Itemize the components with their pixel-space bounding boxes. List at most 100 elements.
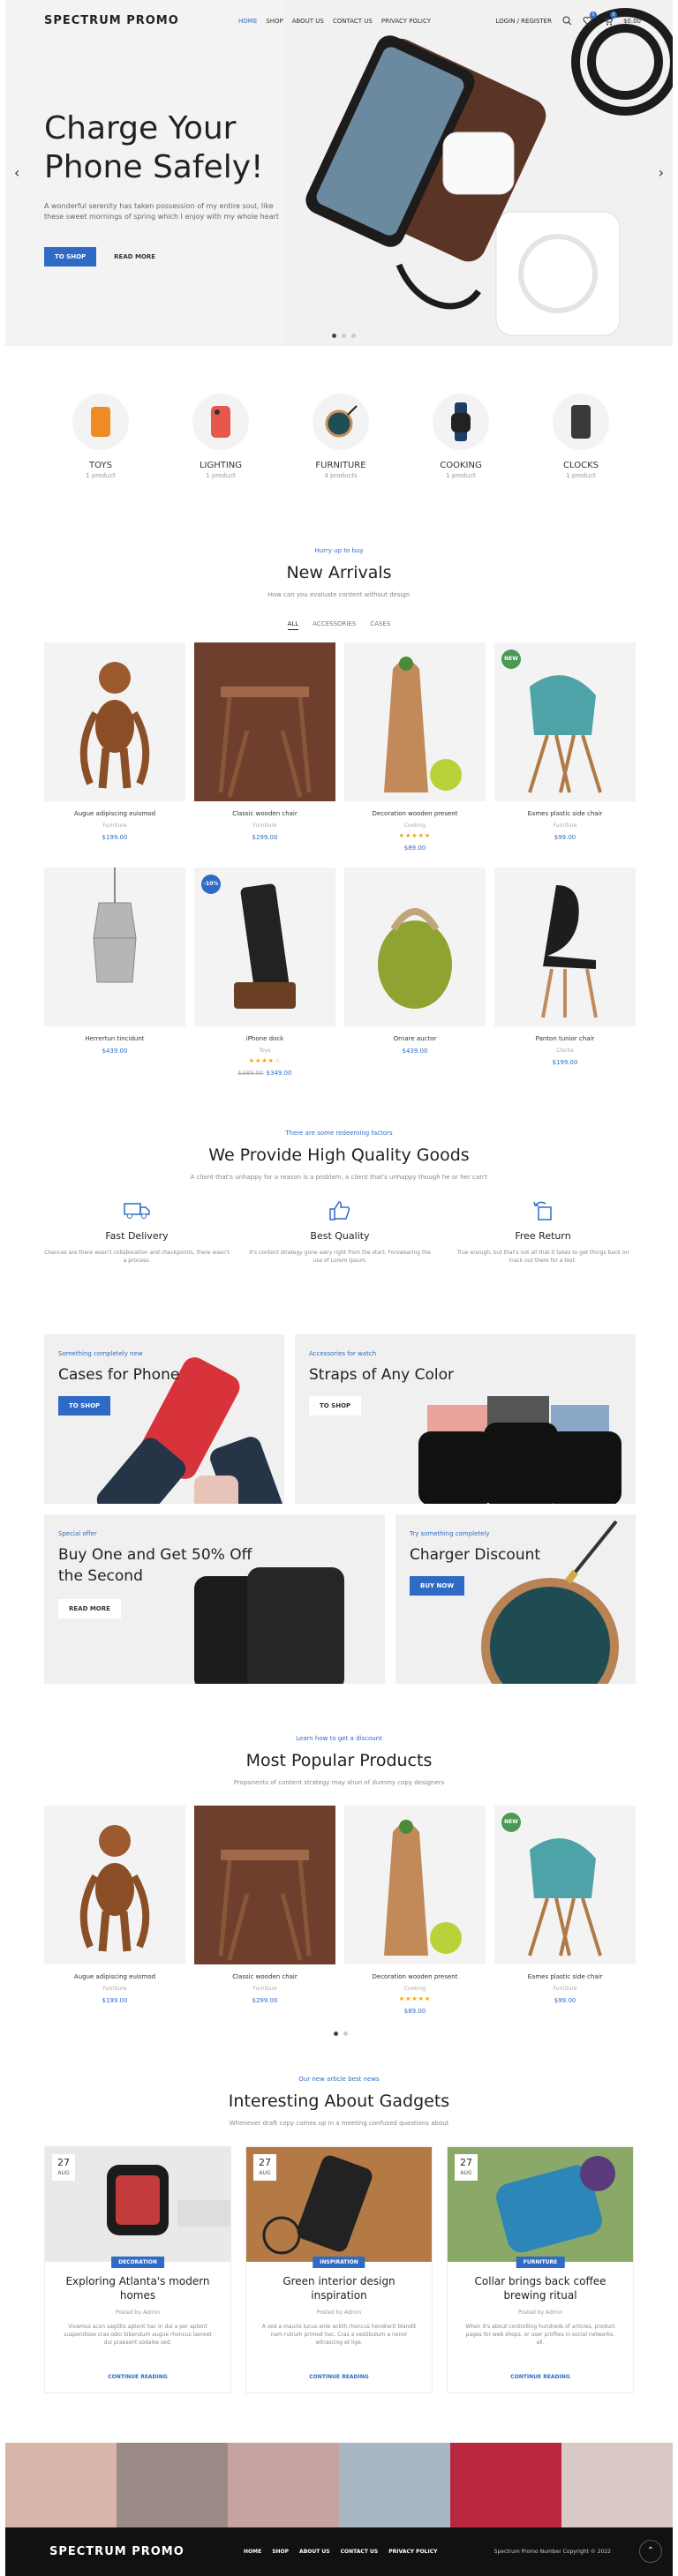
promo-charger[interactable]: Try something completely Charger Discoun…: [396, 1514, 636, 1684]
post-category-tag[interactable]: INSPIRATION: [313, 2257, 365, 2268]
wooden-present-image: [384, 1820, 462, 1956]
footer-logo[interactable]: SPECTRUM PROMO: [49, 2545, 185, 2558]
footer-nav-home[interactable]: HOME: [244, 2549, 261, 2555]
category-lighting[interactable]: LIGHTING 1 product: [177, 394, 265, 479]
popular-header: Learn how to get a discount Most Popular…: [5, 1735, 673, 1786]
cart-total[interactable]: $0.00: [623, 18, 641, 25]
product-card[interactable]: -10% iPhone dock Toys ★★★★☆ $389.00 $349.…: [194, 867, 335, 1077]
slide-dot[interactable]: [351, 334, 356, 338]
login-link[interactable]: LOGIN / REGISTER: [495, 18, 551, 25]
search-icon[interactable]: [562, 16, 572, 26]
nav-shop[interactable]: SHOP: [266, 18, 282, 25]
product-card[interactable]: Ornare auctor $439.00: [344, 867, 486, 1077]
product-card[interactable]: Panton tunior chair Clocks $199.00: [494, 867, 636, 1077]
post-title[interactable]: Green interior design inspiration: [246, 2274, 432, 2302]
footer-nav-shop[interactable]: SHOP: [272, 2549, 289, 2555]
category-toys[interactable]: TOYS 1 product: [56, 394, 145, 479]
tab-all[interactable]: ALL: [287, 620, 299, 630]
promo-shop-button[interactable]: TO SHOP: [309, 1396, 362, 1416]
continue-reading-link[interactable]: CONTINUE READING: [448, 2374, 633, 2380]
slide-dot[interactable]: [343, 2032, 348, 2036]
promo-read-more-button[interactable]: READ MORE: [58, 1599, 121, 1618]
arrivals-grid: Augue adipiscing euismod Furniture $199.…: [44, 642, 636, 1077]
post-title[interactable]: Collar brings back coffee brewing ritual: [448, 2274, 633, 2302]
category-furniture[interactable]: FURNITURE 4 products: [297, 394, 385, 479]
footer-nav-contact[interactable]: CONTACT US: [341, 2549, 379, 2555]
product-card[interactable]: Decoration wooden present Cooking ★★★★★ …: [344, 642, 486, 852]
post-month: AUG: [460, 2170, 472, 2176]
product-card[interactable]: NEW Eames plastic side chair Furniture $…: [494, 1806, 636, 2015]
blog-post[interactable]: 27 AUG FURNITURE Collar brings back coffe…: [447, 2146, 634, 2393]
nav-contact[interactable]: CONTACT US: [333, 18, 373, 25]
product-name[interactable]: Augue adipiscing euismod: [44, 810, 185, 817]
prev-slide-icon[interactable]: ‹: [14, 164, 19, 181]
product-name[interactable]: Herrertun tincidunt: [44, 1035, 185, 1042]
footer-nav-about[interactable]: ABOUT US: [299, 2549, 330, 2555]
clocks-category-icon: [571, 405, 591, 439]
blog-post[interactable]: 27 AUG DECORATION Exploring Atlanta's mod…: [44, 2146, 231, 2393]
product-name[interactable]: Panton tunior chair: [494, 1035, 636, 1042]
product-name[interactable]: iPhone dock: [194, 1035, 335, 1042]
hero-shop-button[interactable]: TO SHOP: [44, 247, 97, 267]
gallery-image[interactable]: [450, 2443, 561, 2527]
product-card[interactable]: Augue adipiscing euismod Furniture $199.…: [44, 642, 185, 852]
product-card[interactable]: Herrertun tincidunt $439.00: [44, 867, 185, 1077]
slide-dot[interactable]: [334, 2032, 338, 2036]
hero-read-more-button[interactable]: READ MORE: [103, 247, 166, 267]
wooden-present-image: [384, 657, 462, 792]
slide-dot[interactable]: [342, 334, 346, 338]
product-card[interactable]: Augue adipiscing euismod Furniture $199.…: [44, 1806, 185, 2015]
product-name[interactable]: Eames plastic side chair: [494, 1973, 636, 1980]
wishlist-count: 0: [589, 11, 597, 19]
product-card[interactable]: Classic wooden chair Furniture $299.00: [194, 642, 335, 852]
product-price: $439.00: [402, 1048, 428, 1055]
product-name[interactable]: Classic wooden chair: [194, 1973, 335, 1980]
product-card[interactable]: Decoration wooden present Cooking ★★★★★ …: [344, 1806, 486, 2015]
promo-offer[interactable]: Special offer Buy One and Get 50% Off th…: [44, 1514, 385, 1684]
continue-reading-link[interactable]: CONTINUE READING: [246, 2374, 432, 2380]
product-card[interactable]: NEW Eames plastic side chair Furniture $…: [494, 642, 636, 852]
gallery-image[interactable]: [228, 2443, 339, 2527]
tab-accessories[interactable]: ACCESSORIES: [313, 620, 356, 630]
gallery-image[interactable]: [5, 2443, 117, 2527]
quality-subtitle: A client that's unhappy for a reason is …: [190, 1174, 488, 1181]
nav-about[interactable]: ABOUT US: [292, 18, 324, 25]
post-title[interactable]: Exploring Atlanta's modern homes: [45, 2274, 230, 2302]
phone-cases-image: [96, 1357, 284, 1504]
post-category-tag[interactable]: DECORATION: [111, 2257, 164, 2268]
promo-cases[interactable]: Something completely new Cases for Phone…: [44, 1334, 284, 1504]
back-to-top-icon[interactable]: ⌃: [639, 2540, 662, 2563]
footer-nav-privacy[interactable]: PRIVACY POLICY: [388, 2549, 437, 2555]
product-name[interactable]: Augue adipiscing euismod: [44, 1973, 185, 1980]
wishlist-icon[interactable]: 0: [583, 11, 597, 26]
slide-dot[interactable]: [332, 334, 336, 338]
product-name[interactable]: Eames plastic side chair: [494, 810, 636, 817]
site-footer: SPECTRUM PROMO HOME SHOP ABOUT US CONTAC…: [5, 2527, 673, 2576]
category-cooking[interactable]: COOKING 1 product: [417, 394, 505, 479]
blog-post[interactable]: 27 AUG INSPIRATION Green interior design …: [245, 2146, 433, 2393]
post-category-tag[interactable]: FURNITURE: [516, 2257, 565, 2268]
gallery-image[interactable]: [561, 2443, 673, 2527]
nav-privacy[interactable]: PRIVACY POLICY: [381, 18, 431, 25]
next-slide-icon[interactable]: ›: [659, 164, 664, 181]
gallery-image[interactable]: [117, 2443, 228, 2527]
category-name: CLOCKS: [563, 461, 599, 470]
category-clocks[interactable]: CLOCKS 1 product: [537, 394, 625, 479]
nav-home[interactable]: HOME: [238, 18, 257, 25]
promo-buy-button[interactable]: BUY NOW: [410, 1576, 465, 1596]
gallery-image[interactable]: [339, 2443, 450, 2527]
tab-cases[interactable]: CASES: [370, 620, 390, 630]
promo-shop-button[interactable]: TO SHOP: [58, 1396, 111, 1416]
product-name[interactable]: Decoration wooden present: [344, 1973, 486, 1980]
site-logo[interactable]: SPECTRUM PROMO: [44, 14, 179, 27]
product-name[interactable]: Decoration wooden present: [344, 810, 486, 817]
product-card[interactable]: Classic wooden chair Furniture $299.00: [194, 1806, 335, 2015]
continue-reading-link[interactable]: CONTINUE READING: [45, 2374, 230, 2380]
product-name[interactable]: Classic wooden chair: [194, 810, 335, 817]
product-name[interactable]: Ornare auctor: [344, 1035, 486, 1042]
promo-pretitle: Accessories for watch: [309, 1350, 377, 1357]
cart-icon[interactable]: 0: [603, 11, 617, 26]
product-price: $99.00: [554, 1997, 576, 2004]
promo-straps[interactable]: Accessories for watch Straps of Any Colo…: [295, 1334, 636, 1504]
feature-item: Free Return True enough, but that's not …: [450, 1200, 636, 1265]
